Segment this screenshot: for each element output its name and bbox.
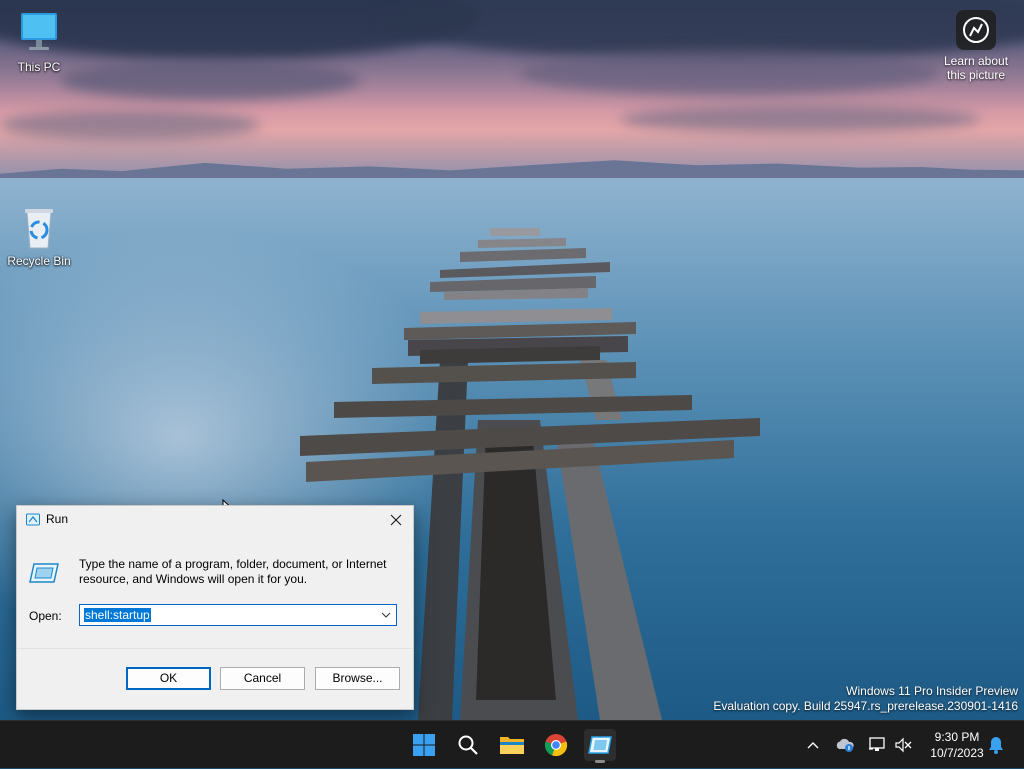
run-app-icon: [26, 513, 40, 526]
dialog-title: Run: [46, 512, 69, 526]
desktop-icon-label: This PC: [17, 60, 61, 74]
desktop-icon-recycle-bin[interactable]: Recycle Bin: [1, 204, 77, 268]
active-indicator: [595, 760, 605, 763]
dialog-description: Type the name of a program, folder, docu…: [79, 557, 387, 586]
bell-icon: [989, 737, 1003, 754]
watermark-line-1: Windows 11 Pro Insider Preview: [846, 684, 1018, 698]
dialog-body: Type the name of a program, folder, docu…: [17, 534, 413, 648]
start-button[interactable]: [408, 729, 440, 761]
dialog-footer: OK Cancel Browse...: [17, 648, 413, 709]
taskbar: 9:30 PM 10/7/2023: [0, 720, 1024, 768]
network-tray-button[interactable]: [866, 721, 888, 769]
windows-start-icon: [413, 734, 435, 756]
monitor-icon: [15, 10, 63, 58]
learn-about-label: Learn about this picture: [943, 54, 1009, 82]
chevron-down-icon[interactable]: [378, 605, 394, 625]
taskbar-clock[interactable]: 9:30 PM 10/7/2023: [918, 729, 996, 761]
close-icon: [390, 514, 402, 526]
search-icon: [458, 735, 478, 755]
open-combobox[interactable]: shell:startup: [79, 604, 397, 626]
clock-time: 9:30 PM: [934, 730, 980, 744]
run-dialog: Run Type the name of a program, folder, …: [16, 505, 414, 710]
chevron-up-icon: [807, 742, 819, 749]
run-taskbar-button[interactable]: [584, 729, 616, 763]
recycle-bin-icon: [15, 204, 63, 252]
clock-date: 10/7/2023: [930, 746, 984, 760]
desktop-icon-label: Recycle Bin: [7, 254, 71, 268]
file-explorer-icon: [500, 737, 524, 754]
chrome-icon: [544, 734, 568, 757]
cancel-button[interactable]: Cancel: [220, 667, 305, 690]
onedrive-icon: [836, 738, 854, 752]
close-button[interactable]: [379, 506, 413, 534]
run-app-icon: [588, 736, 612, 754]
ok-button[interactable]: OK: [126, 667, 211, 690]
search-button[interactable]: [452, 729, 484, 761]
open-label: Open:: [29, 609, 62, 623]
browse-button[interactable]: Browse...: [315, 667, 400, 690]
watermark-line-2: Evaluation copy. Build 25947.rs_prerelea…: [713, 699, 1018, 713]
notifications-button[interactable]: [986, 721, 1006, 769]
volume-muted-icon: [895, 737, 912, 753]
desktop-icon-this-pc[interactable]: This PC: [1, 10, 77, 74]
show-hidden-icons-button[interactable]: [802, 721, 824, 769]
onedrive-tray-button[interactable]: [834, 721, 856, 769]
volume-tray-button[interactable]: [892, 721, 914, 769]
run-program-icon: [29, 563, 59, 583]
evaluation-watermark: Windows 11 Pro Insider Preview Evaluatio…: [713, 684, 1018, 714]
network-icon: [869, 737, 885, 751]
file-explorer-button[interactable]: [496, 729, 528, 761]
dialog-titlebar[interactable]: Run: [17, 506, 413, 534]
open-input-value[interactable]: shell:startup: [84, 608, 151, 622]
chrome-button[interactable]: [540, 729, 572, 761]
camera-info-icon: [956, 10, 996, 50]
learn-about-picture[interactable]: Learn about this picture: [936, 10, 1016, 82]
